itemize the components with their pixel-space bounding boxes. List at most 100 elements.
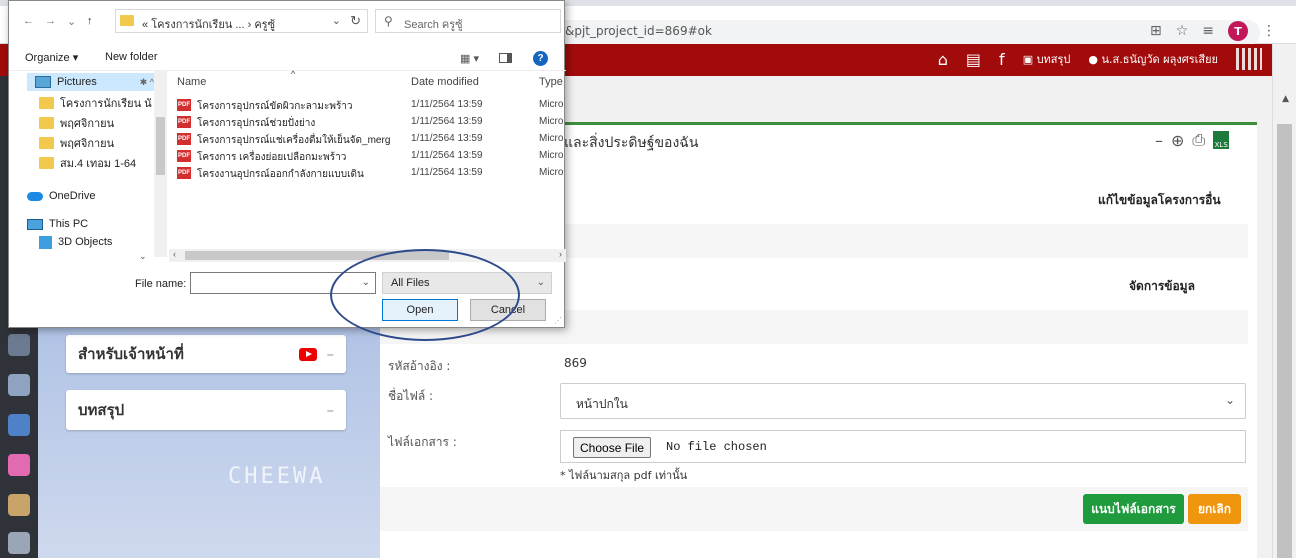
tree-item[interactable]: พฤศจิกายน (39, 114, 152, 132)
tree-item[interactable]: 3D Objects (39, 233, 152, 251)
chevron-down-icon: ⌄ (536, 277, 545, 288)
tree-item-label: This PC (49, 218, 89, 230)
user-menu[interactable]: ● น.ส.ธนัญวัด ผลุงศรเสียย (1088, 50, 1218, 68)
summary-icon: ▣ (1022, 53, 1037, 66)
card-title: บทสรุป (78, 401, 125, 419)
dialog-search-input[interactable]: ⚲ Search ครูซู้ (375, 9, 561, 33)
home-icon[interactable]: ⌂ (938, 50, 948, 69)
file-type: Micro (539, 150, 564, 161)
rail-star-icon[interactable] (8, 532, 30, 554)
file-hint: * ไฟล์นามสกุล pdf เท่านั้น (560, 469, 688, 482)
back-arrow-icon[interactable]: ← (23, 15, 34, 27)
tree-item[interactable]: สม.4 เทอม 1-64 (39, 154, 152, 172)
forward-arrow-icon[interactable]: → (45, 15, 56, 27)
youtube-icon[interactable] (298, 347, 317, 361)
column-type[interactable]: Type (539, 76, 563, 88)
file-row[interactable]: PDF โครงการอุปกรณ์แช่เครื่องดื่มให้เย็นจั… (177, 131, 566, 148)
facebook-icon[interactable]: f (999, 50, 1005, 69)
rail-news-icon[interactable] (8, 374, 30, 396)
recent-dropdown-icon[interactable]: ⌄ (67, 15, 76, 28)
navigation-scrollbar[interactable] (154, 71, 167, 257)
collapse-icon[interactable]: – (327, 345, 335, 363)
scroll-up-arrow-icon[interactable]: ▲ (1282, 94, 1289, 104)
refresh-icon[interactable]: ↻ (350, 13, 361, 29)
file-name: โครงการอุปกรณ์ช่วยปั่งย่าง (197, 118, 316, 129)
attach-file-button[interactable]: แนบไฟล์เอกสาร (1083, 494, 1184, 524)
folder-icon (39, 97, 54, 109)
file-row[interactable]: PDF โครงการอุปกรณ์ขัดผิวกะลามะพร้าว 1/11/2… (177, 97, 566, 114)
sidebar-card-staff[interactable]: สำหรับเจ้าหน้าที่ – (66, 335, 346, 373)
rail-book-icon[interactable] (8, 334, 30, 356)
filename-selected: หน้าปกใน (576, 397, 628, 411)
document-icon[interactable]: ▤ (966, 50, 981, 69)
search-placeholder: Search ครูซู้ (404, 19, 463, 31)
page-scrollbar[interactable]: ▲ (1272, 44, 1296, 558)
scroll-left-arrow-icon[interactable]: ‹ (173, 249, 176, 259)
tree-item[interactable]: Pictures ✱ ^ (27, 73, 154, 91)
choose-file-button[interactable]: Choose File (573, 437, 652, 458)
resize-grip-icon[interactable]: ⋰ (554, 316, 562, 325)
move-icon[interactable]: ⊕ (1171, 131, 1184, 150)
scrollbar-thumb[interactable] (1277, 124, 1292, 558)
folder-icon (39, 137, 54, 149)
panel-title: และสิ่งประดิษฐ์ของฉัน (564, 135, 699, 151)
menu-kebab-icon[interactable]: ⋮ (1262, 23, 1276, 39)
file-row[interactable]: PDF โครงงานอุปกรณ์ออกกำลังกายแบบเดิน 1/11/… (177, 165, 566, 182)
tree-item[interactable]: OneDrive (27, 187, 140, 205)
organize-button[interactable]: Organize ▾ (25, 51, 78, 64)
column-name[interactable]: Name (177, 76, 206, 88)
column-date[interactable]: Date modified (411, 76, 479, 88)
rail-flower-icon[interactable] (8, 454, 30, 476)
tree-item[interactable]: พฤศจิกายน (39, 134, 152, 152)
profile-avatar[interactable]: T (1228, 21, 1248, 41)
excel-export-icon[interactable]: XLS (1213, 131, 1230, 149)
translate-icon[interactable]: ⊞ (1150, 23, 1162, 39)
file-type: Micro (539, 99, 564, 110)
url-text[interactable]: &pjt_project_id=869#ok (565, 24, 712, 38)
pin-icon[interactable]: ✱ ^ (140, 77, 154, 88)
panel-tools: – ⊕ ⎙ XLS (1155, 130, 1230, 150)
search-icon: ⚲ (384, 14, 393, 28)
folder-icon (39, 117, 54, 129)
dialog-command-bar: Organize ▾ New folder ▦ ▾ ? (9, 45, 566, 71)
tree-item-label: พฤศจิกายน (60, 138, 115, 150)
tree-item[interactable]: โครงการนักเรียน นั (39, 94, 152, 112)
tree-item-label: สม.4 เทอม 1-64 (60, 158, 137, 170)
file-date: 1/11/2564 13:59 (411, 133, 483, 144)
minimize-icon[interactable]: – (1155, 131, 1163, 150)
dialog-nav-bar: ← → ⌄ ↑ « โครงการนักเรียน ... › ครูซู้ ⌄… (9, 1, 566, 41)
filename-label: ชื่อไฟล์ : (388, 389, 434, 403)
address-path[interactable]: « โครงการนักเรียน ... › ครูซู้ ⌄ ↻ (115, 9, 368, 33)
print-icon[interactable]: ⎙ (1192, 130, 1205, 150)
file-name: โครงงานอุปกรณ์ออกกำลังกายแบบเดิน (197, 169, 364, 180)
qr-code-icon[interactable] (1236, 48, 1262, 70)
new-folder-button[interactable]: New folder (105, 51, 158, 63)
file-row[interactable]: PDF โครงการอุปกรณ์ช่วยปั่งย่าง 1/11/2564 1… (177, 114, 566, 131)
file-row[interactable]: PDF โครงการ เครื่องย่อยเปลือกมะพร้าว 1/11/… (177, 148, 566, 165)
pdf-file-icon: PDF (177, 167, 191, 179)
summary-link[interactable]: ▣ บทสรุป (1023, 50, 1071, 68)
tree-item[interactable]: This PC (27, 215, 140, 233)
scroll-down-arrow-icon[interactable]: ⌄ (139, 251, 147, 262)
reading-list-icon[interactable]: ≡ (1202, 23, 1214, 39)
filename-select[interactable]: หน้าปกใน ⌄ (560, 383, 1246, 419)
preview-pane-icon[interactable] (499, 53, 512, 63)
manage-data-link[interactable]: จัดการข้อมูล (1129, 277, 1195, 296)
help-icon[interactable]: ? (533, 51, 548, 66)
rail-teacher-icon[interactable] (8, 494, 30, 516)
up-arrow-icon[interactable]: ↑ (87, 15, 93, 27)
view-options-icon[interactable]: ▦ ▾ (460, 52, 479, 65)
scroll-right-arrow-icon[interactable]: › (559, 249, 562, 259)
user-avatar-icon: ● (1088, 53, 1102, 66)
scrollbar-thumb[interactable] (156, 117, 165, 175)
bookmark-star-icon[interactable]: ☆ (1176, 23, 1189, 39)
cancel-button[interactable]: ยกเลิก (1188, 494, 1241, 524)
pdf-file-icon: PDF (177, 116, 191, 128)
rail-pen-icon[interactable] (8, 414, 30, 436)
sidebar-card-summary[interactable]: บทสรุป – (66, 390, 346, 430)
chevron-down-icon[interactable]: ⌄ (332, 14, 341, 27)
collapse-icon[interactable]: – (327, 401, 335, 419)
ref-label: รหัสอ้างอิง : (388, 359, 451, 373)
edit-other-project-link[interactable]: แก้ไขข้อมูลโครงการอื่น (1098, 191, 1221, 210)
file-type: Micro (539, 167, 564, 178)
